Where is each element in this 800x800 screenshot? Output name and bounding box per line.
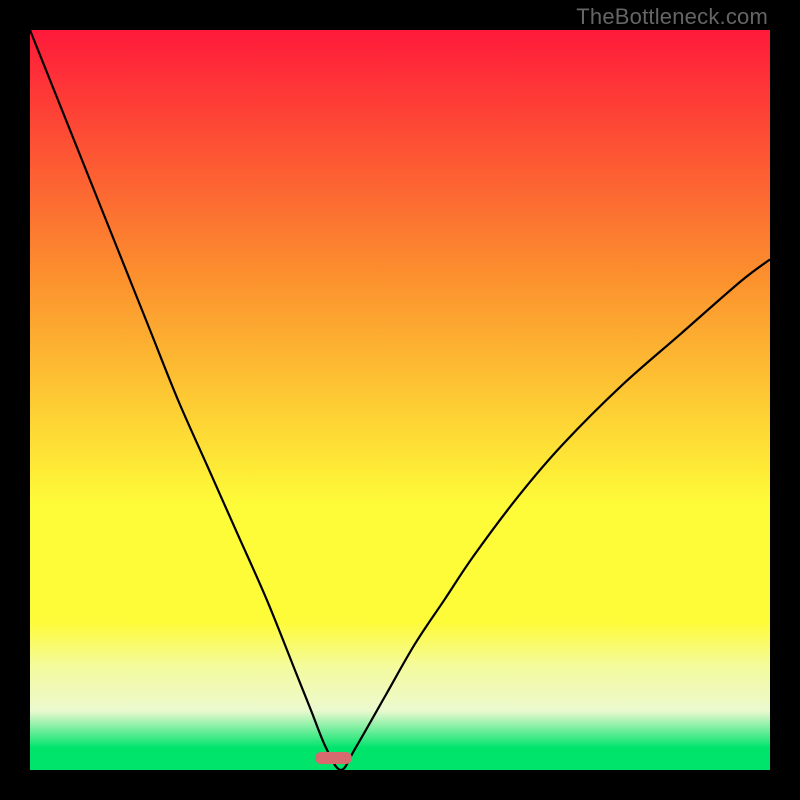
bottleneck-curve <box>30 30 770 770</box>
chart-frame: TheBottleneck.com <box>0 0 800 800</box>
plot-area <box>30 30 770 770</box>
optimal-range-marker <box>315 752 352 764</box>
watermark-text: TheBottleneck.com <box>576 4 768 30</box>
